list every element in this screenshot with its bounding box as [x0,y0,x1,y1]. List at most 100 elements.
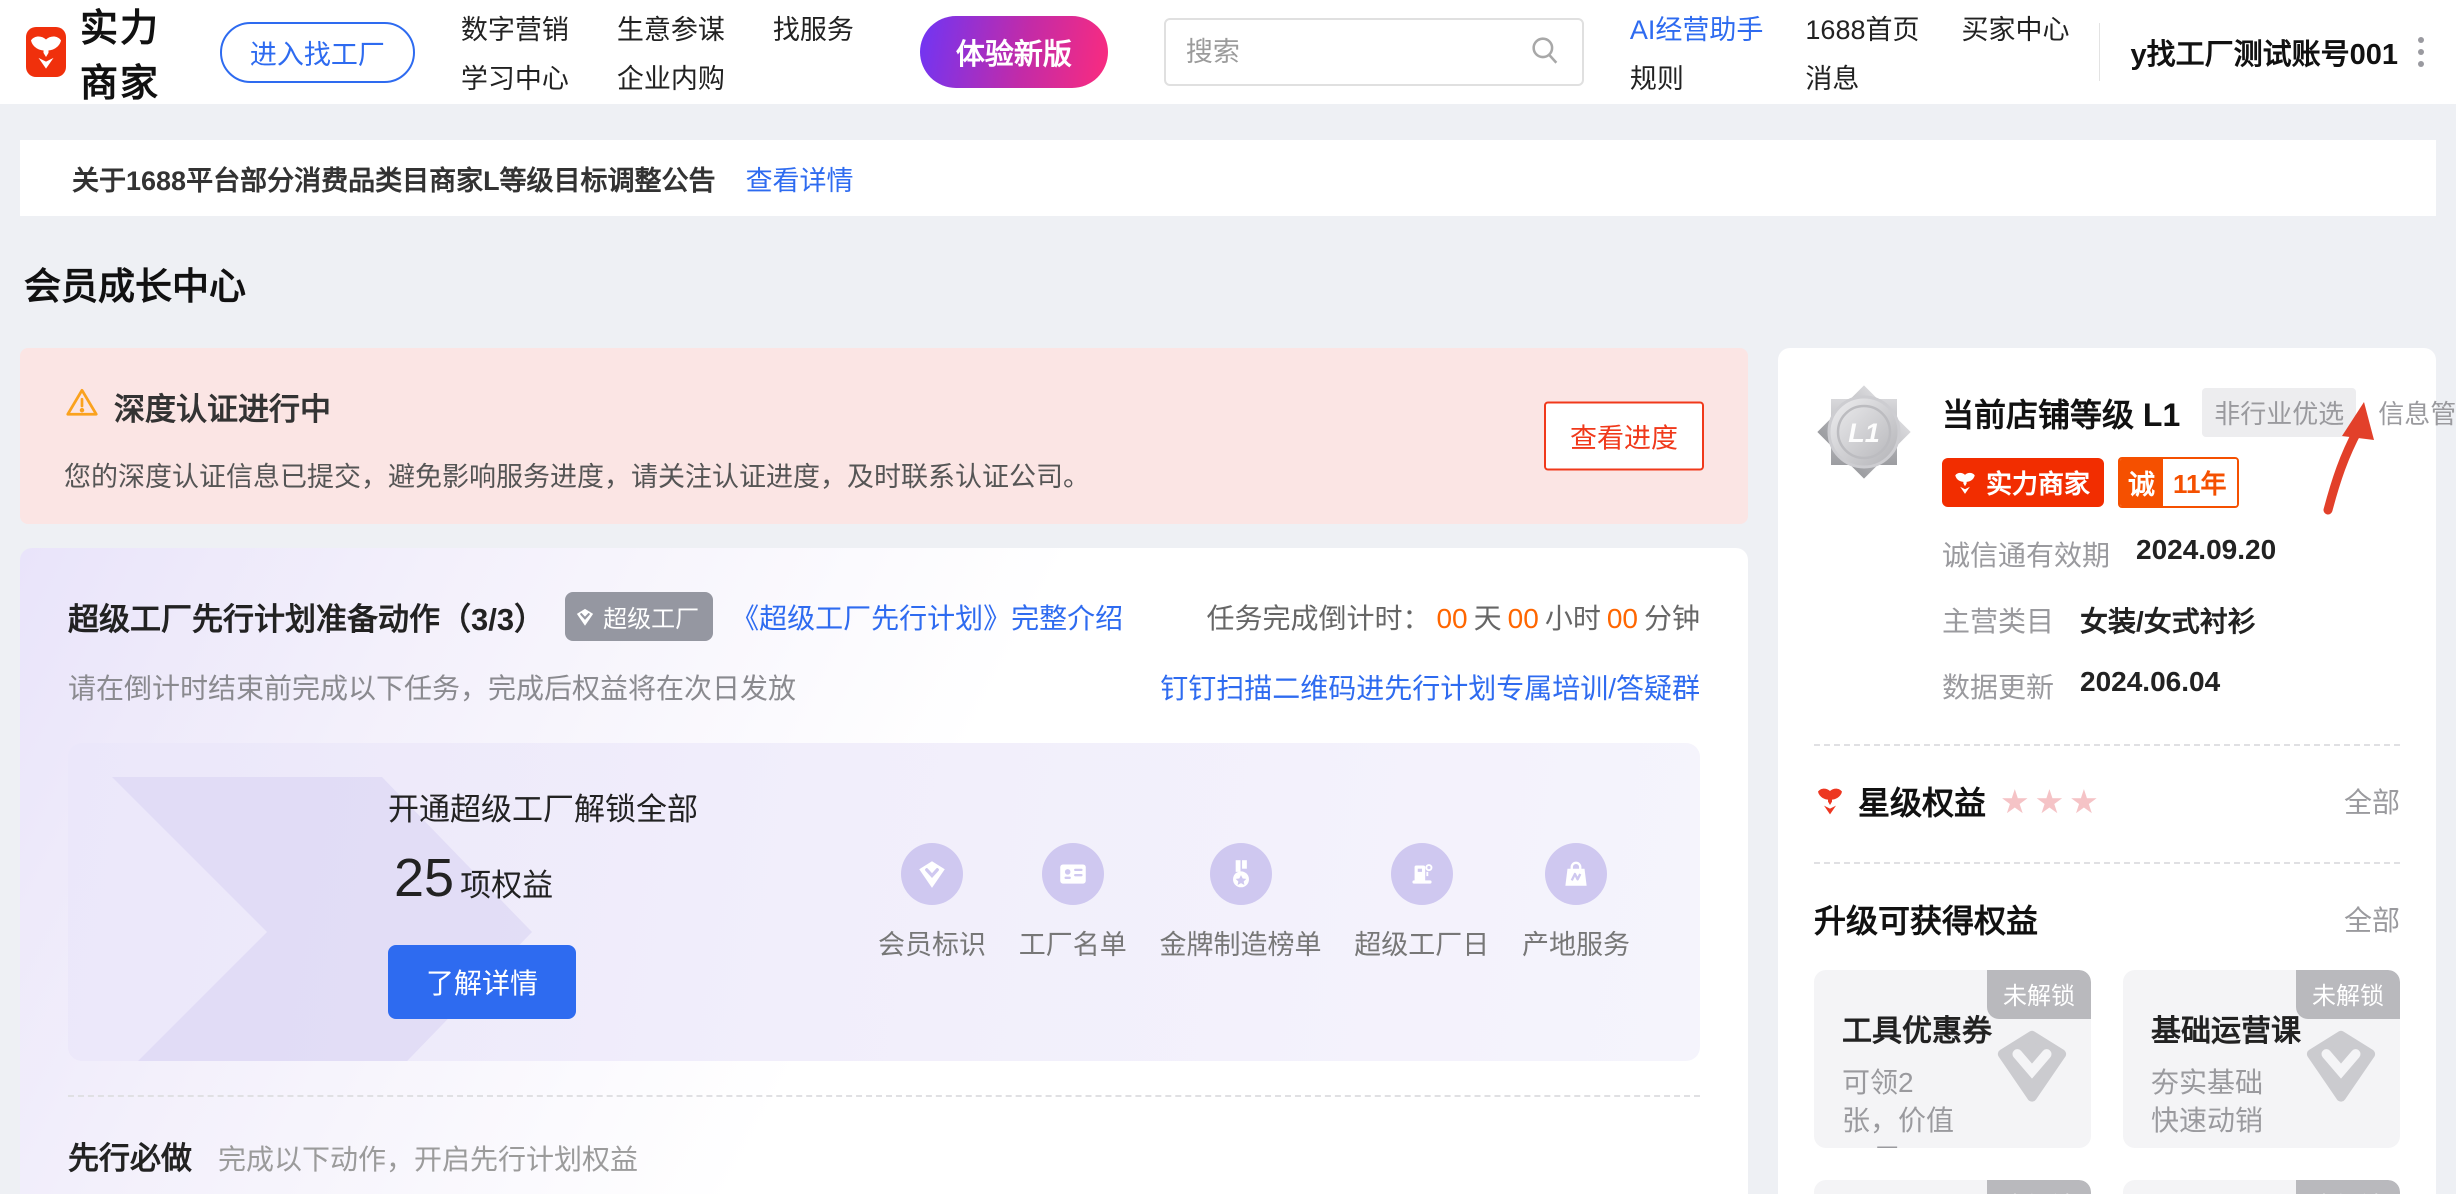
mustdo-desc: 完成以下动作，开启先行计划权益 [218,1138,638,1178]
benefit-super-factory-day: 超级工厂日 [1354,843,1489,962]
quick-links: AI经营助手 1688首页 买家中心 规则 消息 [1630,8,2070,96]
level-row: 当前店铺等级 L1 非行业优选 信息管理 [1942,388,2400,437]
search-box[interactable] [1164,18,1584,86]
nav-digital-marketing[interactable]: 数字营销 [461,8,569,47]
main-content: 深度认证进行中 您的深度认证信息已提交，避免影响服务进度，请关注认证进度，及时联… [0,348,2456,1194]
certification-alert: 深度认证进行中 您的深度认证信息已提交，避免影响服务进度，请关注认证进度，及时联… [20,348,1748,524]
countdown-minutes: 00 [1607,603,1638,634]
divider [1814,744,2400,746]
mustdo-title: 先行必做 [68,1133,192,1178]
main-nav: 数字营销 生意参谋 找服务 学习中心 企业内购 [461,8,854,96]
dingtalk-link[interactable]: 钉钉扫描二维码进先行计划专属培训/答疑群 [1160,667,1700,707]
super-factory-plan-card: 超级工厂先行计划准备动作（3/3） 超级工厂 《超级工厂先行计划》完整介绍 任务… [20,548,1748,1194]
upgrade-benefits-title: 升级可获得权益 [1814,896,2038,942]
bull-logo-icon [26,27,66,77]
medal-icon [1210,843,1272,905]
benefit-icons-row: 会员标识 工厂名单 金牌制造榜单 [878,843,1630,962]
bull-icon [1814,785,1846,817]
chengxintong-icon: 诚 [2120,459,2163,506]
page-title: 会员成长中心 [24,256,2456,310]
nav-find-services[interactable]: 找服务 [773,8,854,47]
link-messages[interactable]: 消息 [1805,57,1919,96]
upgrade-all-link[interactable]: 全部 [2344,899,2400,939]
benefit-gold-medal-list: 金牌制造榜单 [1160,843,1322,962]
search-icon[interactable] [1528,33,1562,72]
locked-shield-icon [2302,1026,2380,1109]
locked-shield-icon [1993,1026,2071,1109]
view-progress-button[interactable]: 查看进度 [1544,402,1704,471]
super-factory-badge: 超级工厂 [565,592,713,641]
nav-enterprise-purchase[interactable]: 企业内购 [617,57,725,96]
strength-merchant-badge: 实力商家 [1942,458,2104,507]
link-buyer-center[interactable]: 买家中心 [1961,8,2069,47]
upgrade-benefits-row: 升级可获得权益 全部 [1814,896,2400,942]
chengxintong-badge: 诚 11年 [2118,457,2239,508]
announcement-bar: 关于1688平台部分消费品类目商家L等级目标调整公告 查看详情 [20,140,2436,216]
benefit-card-basic-course[interactable]: 未解锁 基础运营课 夯实基础快速动销 [2123,970,2400,1148]
divider [1814,862,2400,864]
learn-more-button[interactable]: 了解详情 [388,945,576,1019]
link-1688-home[interactable]: 1688首页 [1805,8,1919,47]
benefit-card-store-treasure[interactable]: 未解锁 镇店之宝 2个配额 [1814,1180,2091,1194]
store-profile-info: 当前店铺等级 L1 非行业优选 信息管理 实力商家 诚 11年 [1942,382,2400,706]
divider [68,1095,1700,1097]
warning-icon [64,385,100,429]
left-column: 深度认证进行中 您的深度认证信息已提交，避免影响服务进度，请关注认证进度，及时联… [20,348,1748,1194]
star-rating-icons: ★★★ [2000,782,2104,821]
mustdo-row: 先行必做 完成以下动作，开启先行计划权益 [68,1133,1700,1178]
alert-title-row: 深度认证进行中 [64,384,1704,429]
unlock-count: 25 [394,848,454,908]
benefit-member-badge: 会员标识 [878,843,986,962]
link-ai-assistant[interactable]: AI经营助手 [1630,8,1764,47]
countdown: 任务完成倒计时：00天00小时00分钟 [1206,597,1700,637]
star-all-link[interactable]: 全部 [2344,781,2400,821]
plan-subheader: 请在倒计时结束前完成以下任务，完成后权益将在次日发放 钉钉扫描二维码进先行计划专… [68,667,1700,707]
unlock-text: 开通超级工厂解锁全部25项权益 [388,785,768,921]
countdown-hours: 00 [1508,603,1539,634]
account-name[interactable]: y找工厂测试账号001 [2130,31,2398,73]
top-header: 实力商家 进入找工厂 数字营销 生意参谋 找服务 学习中心 企业内购 体验新版 … [0,0,2456,104]
unlock-benefits-panel: 开通超级工厂解锁全部25项权益 了解详情 会员标识 工厂名单 [68,743,1700,1061]
right-column: L1 当前店铺等级 L1 非行业优选 信息管理 实力商家 [1778,348,2436,1194]
badge-row: 实力商家 诚 11年 [1942,457,2400,508]
benefit-card-search-recommend[interactable]: 未解锁 搜索推荐 资源加权扶持机会 [2123,1180,2400,1194]
info-row-validity: 诚信通有效期 2024.09.20 [1942,534,2400,574]
kebab-menu-icon[interactable] [2414,33,2428,71]
info-manage-link[interactable]: 信息管理 [2378,394,2456,431]
link-rules[interactable]: 规则 [1630,57,1764,96]
plan-header: 超级工厂先行计划准备动作（3/3） 超级工厂 《超级工厂先行计划》完整介绍 任务… [68,592,1700,641]
info-row-category: 主营类目 女装/女式衬衫 [1942,600,2400,640]
alert-body: 您的深度认证信息已提交，避免影响服务进度，请关注认证进度，及时联系认证公司。 [64,455,1704,494]
countdown-days: 00 [1436,603,1467,634]
announcement-detail-link[interactable]: 查看详情 [746,159,854,198]
industry-tag: 非行业优选 [2202,388,2356,437]
plan-intro-link[interactable]: 《超级工厂先行计划》完整介绍 [731,597,1123,637]
nav-business-advisor[interactable]: 生意参谋 [617,8,725,47]
nav-learning-center[interactable]: 学习中心 [461,57,569,96]
factory-day-icon [1391,843,1453,905]
enter-factory-button[interactable]: 进入找工厂 [220,22,415,83]
logo-text: 实力商家 [80,0,176,107]
svg-text:L1: L1 [1848,418,1880,448]
plan-title: 超级工厂先行计划准备动作（3/3） [68,594,545,639]
store-level-title: 当前店铺等级 L1 [1942,390,2180,436]
chengxintong-years: 11年 [2163,459,2237,506]
try-new-version-button[interactable]: 体验新版 [920,16,1108,88]
factory-list-icon [1042,843,1104,905]
countdown-label: 任务完成倒计时： [1206,603,1430,634]
store-level-card: L1 当前店铺等级 L1 非行业优选 信息管理 实力商家 [1778,348,2436,1194]
level-medal-icon: L1 [1814,382,1914,706]
benefit-origin-service: 产地服务 [1522,843,1630,962]
benefit-card-tool-coupon[interactable]: 未解锁 工具优惠券 可领2张，价值20元 [1814,970,2091,1148]
info-row-updated: 数据更新 2024.06.04 [1942,666,2400,706]
alert-title: 深度认证进行中 [114,384,331,429]
benefit-factory-list: 工厂名单 [1019,843,1127,962]
star-benefits-row: 星级权益 ★★★ 全部 [1814,778,2400,824]
search-input[interactable] [1186,37,1528,68]
announcement-text: 关于1688平台部分消费品类目商家L等级目标调整公告 [72,159,716,198]
store-profile: L1 当前店铺等级 L1 非行业优选 信息管理 实力商家 [1814,382,2400,706]
header-account-area: y找工厂测试账号001 [2069,23,2428,81]
unlock-text-block: 开通超级工厂解锁全部25项权益 了解详情 [388,785,768,1019]
plan-subtitle: 请在倒计时结束前完成以下任务，完成后权益将在次日发放 [68,667,796,707]
logo[interactable]: 实力商家 [26,0,176,107]
